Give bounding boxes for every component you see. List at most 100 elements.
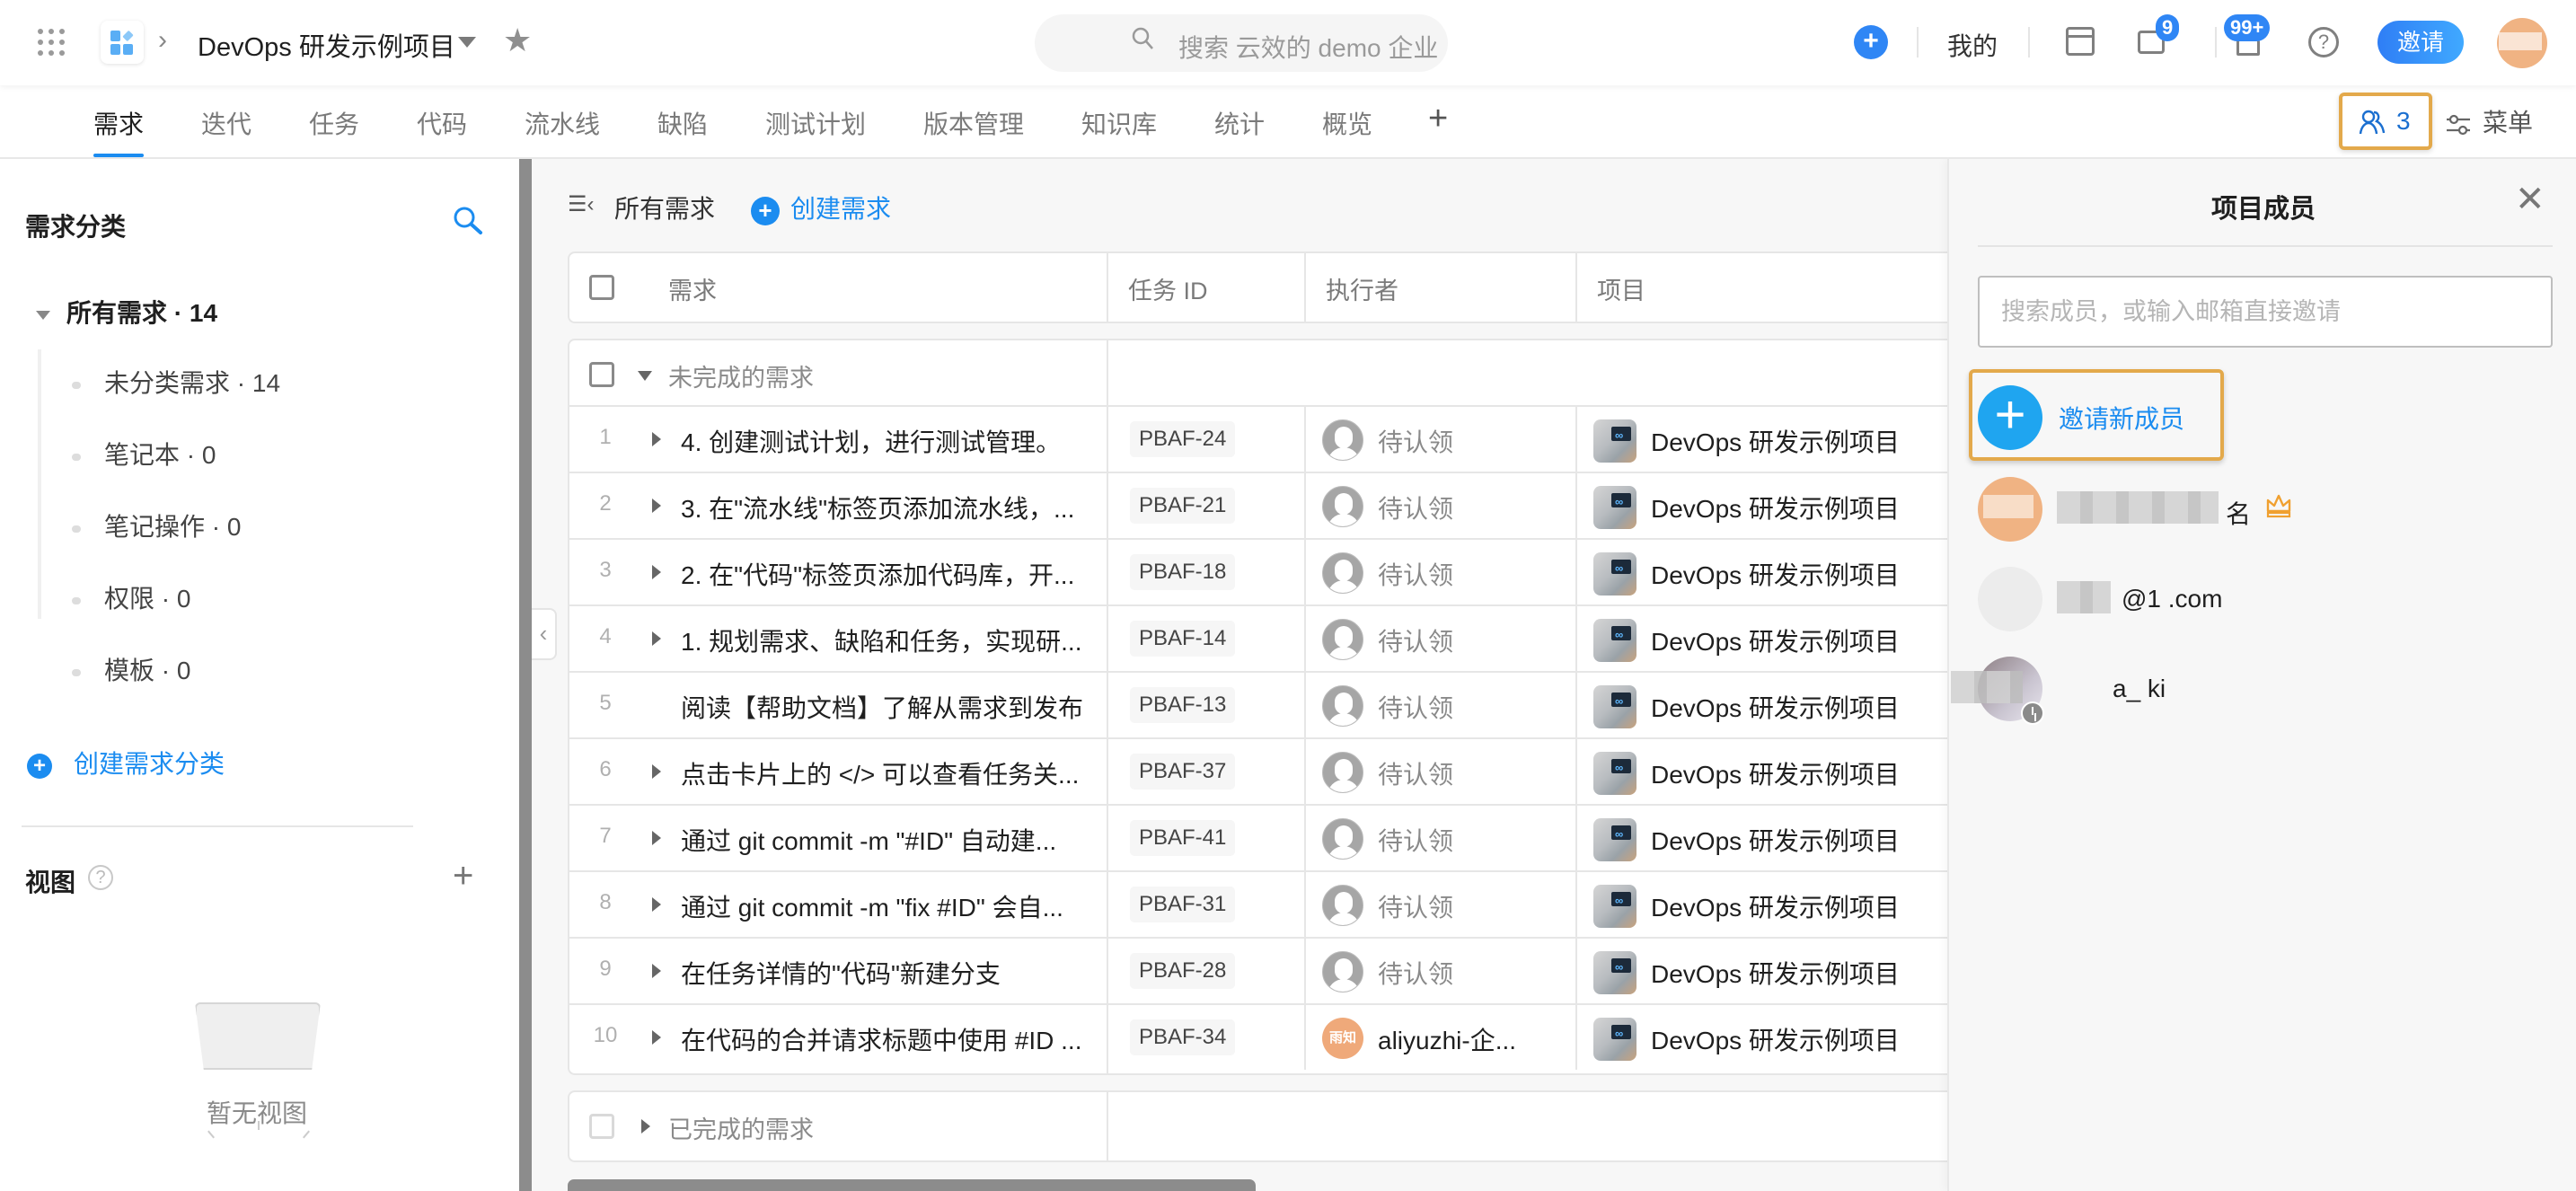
close-icon[interactable]: ✕ (2515, 179, 2545, 220)
table-row[interactable]: 3 2. 在"代码"标签页添加代码库，开... PBAF-18 待认领 ∞ DevOps … (569, 538, 1983, 604)
user-avatar[interactable] (2497, 18, 2547, 68)
requirement-title[interactable]: 2. 在"代码"标签页添加代码库，开... (681, 556, 1074, 592)
category-item[interactable]: 笔记操作 · 0 (72, 507, 241, 543)
project-name[interactable]: DevOps 研发示例项目 (1651, 689, 1900, 725)
expand-caret-icon[interactable] (652, 498, 661, 513)
task-id-tag[interactable]: PBAF-31 (1130, 887, 1236, 922)
project-members-button[interactable]: 3 (2339, 93, 2432, 150)
task-id-tag[interactable]: PBAF-13 (1130, 687, 1236, 723)
tab-tasks[interactable]: 任务 (309, 105, 359, 141)
help-icon[interactable]: ? (88, 865, 113, 890)
project-name[interactable]: DevOps 研发示例项目 (1651, 955, 1900, 991)
column-header-requirement[interactable]: 需求 (668, 271, 717, 306)
expand-caret-icon[interactable] (652, 631, 661, 646)
requirement-title[interactable]: 通过 git commit -m "#ID" 自动建... (681, 822, 1056, 858)
task-id-tag[interactable]: PBAF-34 (1130, 1019, 1236, 1055)
table-row[interactable]: 7 通过 git commit -m "#ID" 自动建... PBAF-41 待认领… (569, 804, 1983, 870)
quick-create-button[interactable]: + (1854, 25, 1888, 59)
tab-code[interactable]: 代码 (417, 105, 467, 141)
caret-down-icon[interactable] (458, 37, 476, 48)
table-row[interactable]: 6 点击卡片上的 </> 可以查看任务关... PBAF-37 待认领 ∞ DevOps … (569, 737, 1983, 804)
tab-defects[interactable]: 缺陷 (657, 105, 708, 141)
sidebar-scrollbar[interactable] (519, 159, 532, 1191)
assignee-avatar[interactable]: 雨知 (1322, 1018, 1363, 1059)
unassigned-avatar-icon[interactable] (1322, 552, 1363, 594)
requirement-title[interactable]: 阅读【帮助文档】了解从需求到发布 (681, 689, 1083, 725)
expand-caret-icon[interactable] (652, 764, 661, 779)
project-logo-icon[interactable] (101, 21, 144, 64)
project-name[interactable]: DevOps 研发示例项目 (1651, 622, 1900, 658)
project-name[interactable]: DevOps 研发示例项目 (1651, 423, 1900, 459)
column-divider[interactable] (1304, 253, 1306, 322)
assignee-name[interactable]: 待认领 (1378, 755, 1453, 791)
menu-button[interactable]: 菜单 (2445, 103, 2533, 139)
assignee-name[interactable]: 待认领 (1378, 888, 1453, 924)
tab-test-plans[interactable]: 测试计划 (765, 105, 866, 141)
unassigned-avatar-icon[interactable] (1322, 419, 1363, 461)
tab-knowledge[interactable]: 知识库 (1081, 105, 1157, 141)
group-checkbox[interactable] (589, 362, 614, 387)
member-item[interactable]: 名 (1978, 477, 2535, 542)
column-header-assignee[interactable]: 执行者 (1326, 271, 1398, 306)
requirement-title[interactable]: 在任务详情的"代码"新建分支 (681, 955, 1001, 991)
apps-grid-icon[interactable] (38, 29, 65, 56)
help-icon[interactable]: ? (2308, 27, 2339, 57)
unassigned-avatar-icon[interactable] (1322, 752, 1363, 793)
search-icon[interactable] (453, 206, 483, 236)
category-item[interactable]: 未分类需求 · 14 (72, 364, 280, 400)
invite-button[interactable]: 邀请 (2378, 21, 2464, 64)
requirement-title[interactable]: 4. 创建测试计划，进行测试管理。 (681, 423, 1061, 459)
assignee-name[interactable]: 待认领 (1378, 423, 1453, 459)
expand-caret-icon[interactable] (652, 897, 661, 912)
task-id-tag[interactable]: PBAF-37 (1130, 754, 1236, 790)
category-item[interactable]: 权限 · 0 (72, 579, 190, 615)
tab-iterations[interactable]: 迭代 (201, 105, 251, 141)
invite-new-member-button[interactable]: + 邀请新成员 (1969, 369, 2224, 461)
caret-right-icon[interactable] (641, 1119, 650, 1134)
table-row[interactable]: 4 1. 规划需求、缺陷和任务，实现研... PBAF-14 待认领 ∞ DevOps 研… (569, 604, 1983, 671)
unassigned-avatar-icon[interactable] (1322, 885, 1363, 926)
project-name[interactable]: DevOps 研发示例项目 (1651, 755, 1900, 791)
category-all[interactable]: 所有需求 · 14 (36, 294, 217, 330)
project-name[interactable]: DevOps 研发示例项目 (1651, 822, 1900, 858)
member-item[interactable]: @1 .com (1978, 567, 2535, 631)
requirement-title[interactable]: 1. 规划需求、缺陷和任务，实现研... (681, 622, 1081, 658)
add-tab-button[interactable]: + (1428, 100, 1448, 138)
add-view-button[interactable]: + (453, 856, 473, 896)
project-name[interactable]: DevOps 研发示例项目 (1651, 888, 1900, 924)
caret-down-icon[interactable] (638, 371, 652, 381)
mine-link[interactable]: 我的 (1947, 27, 1998, 63)
member-search-input[interactable] (1978, 276, 2553, 348)
tab-overview[interactable]: 概览 (1322, 105, 1372, 141)
task-id-tag[interactable]: PBAF-21 (1130, 488, 1236, 524)
global-search[interactable]: 搜索 云效的 demo 企业 (1035, 14, 1448, 72)
category-item[interactable]: 笔记本 · 0 (72, 436, 216, 472)
collapse-sidebar-button[interactable]: ‹ (532, 608, 557, 660)
table-row[interactable]: 2 3. 在"流水线"标签页添加流水线，... PBAF-21 待认领 ∞ DevOps … (569, 472, 1983, 538)
assignee-name[interactable]: 待认领 (1378, 490, 1453, 525)
requirement-title[interactable]: 通过 git commit -m "fix #ID" 会自... (681, 888, 1063, 924)
assignee-name[interactable]: aliyuzhi-企... (1378, 1021, 1516, 1057)
table-row[interactable]: 1 4. 创建测试计划，进行测试管理。 PBAF-24 待认领 ∞ DevOps 研发示例… (569, 405, 1983, 472)
tab-requirements[interactable]: 需求 (93, 105, 144, 141)
caret-down-icon[interactable] (36, 310, 50, 320)
member-item[interactable]: a_ ki (1951, 657, 2535, 725)
requirement-title[interactable]: 3. 在"流水线"标签页添加流水线，... (681, 490, 1074, 525)
column-header-task-id[interactable]: 任务 ID (1128, 271, 1208, 306)
unassigned-avatar-icon[interactable] (1322, 486, 1363, 527)
expand-caret-icon[interactable] (652, 565, 661, 579)
expand-caret-icon[interactable] (652, 831, 661, 845)
unassigned-avatar-icon[interactable] (1322, 619, 1363, 660)
task-id-tag[interactable]: PBAF-18 (1130, 554, 1236, 590)
project-name[interactable]: DevOps 研发示例项目 (1651, 490, 1900, 525)
column-divider[interactable] (1575, 253, 1577, 322)
create-requirement-button[interactable]: + 创建需求 (751, 190, 891, 225)
assignee-name[interactable]: 待认领 (1378, 955, 1453, 991)
task-id-tag[interactable]: PBAF-28 (1130, 953, 1236, 989)
unassigned-avatar-icon[interactable] (1322, 685, 1363, 727)
project-switcher[interactable]: DevOps 研发示例项目 (198, 26, 455, 64)
category-item[interactable]: 模板 · 0 (72, 651, 190, 687)
assignee-name[interactable]: 待认领 (1378, 822, 1453, 858)
tab-pipelines[interactable]: 流水线 (525, 105, 600, 141)
unassigned-avatar-icon[interactable] (1322, 951, 1363, 992)
